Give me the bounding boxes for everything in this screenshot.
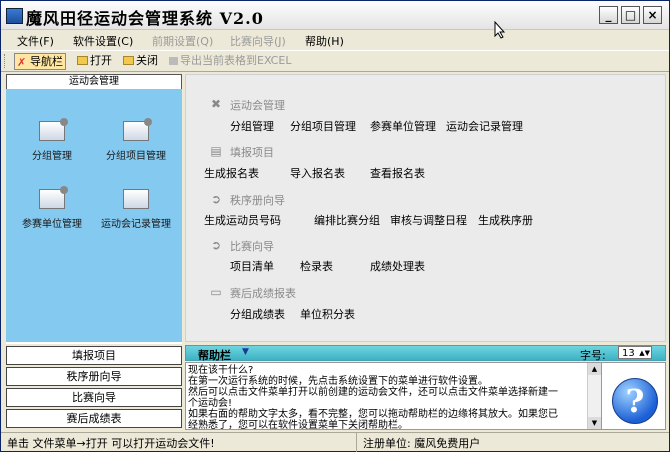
font-size-value: 13 xyxy=(622,348,635,359)
help-line: 然后可以点击文件菜单打开以前创建的运动会文件，还可以点击文件菜单选择新建一 xyxy=(188,387,558,398)
folder-open-icon xyxy=(77,56,88,65)
nav-item-label: 分组项目管理 xyxy=(106,151,166,162)
section-title: 运动会管理 xyxy=(230,99,285,112)
nav-button-competition-wizard[interactable]: 比赛向导 xyxy=(6,388,182,407)
status-hint: 单击 文件菜单→打开 可以打开运动会文件! xyxy=(7,437,215,450)
menu-file[interactable]: 文件(F) xyxy=(17,33,54,49)
menu-help[interactable]: 帮助(H) xyxy=(305,33,344,49)
help-line: 如果右面的帮助文字太多，看不完整，您可以拖动帮助栏的边缘将其放大。如果您已 xyxy=(188,409,558,420)
nav-toggle-button[interactable]: ✗ 导航栏 xyxy=(14,53,66,70)
link-group-manage[interactable]: 分组管理 xyxy=(230,118,274,134)
link-import-form[interactable]: 导入报名表 xyxy=(290,165,345,181)
section-title: 秩序册向导 xyxy=(230,194,285,207)
nav-item-label: 分组管理 xyxy=(32,151,72,162)
tools-icon: ✖ xyxy=(210,97,222,111)
link-record-manage[interactable]: 运动会记录管理 xyxy=(446,118,523,134)
app-icon xyxy=(6,8,23,24)
close-label: 关闭 xyxy=(136,54,158,67)
nav-item-label: 参赛单位管理 xyxy=(22,219,82,230)
help-scrollbar[interactable]: ▲ ▼ xyxy=(587,363,601,429)
report-icon: ▭ xyxy=(210,285,222,299)
nav-panel: 分组管理 分组项目管理 参赛单位管理 运动会记录管理 xyxy=(6,89,182,342)
link-review-schedule[interactable]: 审核与调整日程 xyxy=(390,212,467,228)
nav-header[interactable]: 运动会管理 xyxy=(6,74,182,90)
link-generate-numbers[interactable]: 生成运动员号码 xyxy=(204,212,281,228)
menu-bar: 文件(F) 软件设置(C) 前期设置(Q) 比赛向导(J) 帮助(H) xyxy=(1,31,669,49)
help-icon-area: ? xyxy=(601,362,666,430)
scroll-down-icon[interactable]: ▼ xyxy=(588,417,601,429)
main-content: ✖ 运动会管理 分组管理 分组项目管理 参赛单位管理 运动会记录管理 ▤ 填报项… xyxy=(185,74,666,342)
window-title: 魔风田径运动会管理系统 V2.0 xyxy=(26,9,264,28)
font-size-spinner[interactable]: 13 ▲▼ xyxy=(618,346,652,359)
dropdown-arrow-icon[interactable]: ▼ xyxy=(242,347,249,357)
status-registration: 注册单位: 魔风免费用户 xyxy=(363,437,481,450)
link-group-event-manage[interactable]: 分组项目管理 xyxy=(290,118,356,134)
help-line: 个运动会! xyxy=(188,398,233,409)
open-label: 打开 xyxy=(90,54,112,67)
question-mark-icon: ? xyxy=(612,378,658,424)
unit-manage-icon xyxy=(39,186,68,209)
menu-software-settings[interactable]: 软件设置(C) xyxy=(73,33,133,49)
export-excel-button[interactable]: 导出当前表格到EXCEL xyxy=(167,53,293,68)
title-bar[interactable]: 魔风田径运动会管理系统 V2.0 _ □ × xyxy=(1,1,669,30)
help-bar-title: 帮助栏 xyxy=(198,349,231,362)
mouse-cursor-icon xyxy=(494,21,506,39)
arrow-circle-icon: ➲ xyxy=(210,238,222,252)
form-icon: ▤ xyxy=(210,144,222,158)
help-line: 经熟悉了，您可以在软件设置菜单下关闭帮助栏。 xyxy=(188,420,408,430)
section-title: 比赛向导 xyxy=(230,240,274,253)
nav-pane-icon: ✗ xyxy=(17,56,27,69)
link-generate-form[interactable]: 生成报名表 xyxy=(204,165,259,181)
nav-item-unit-manage[interactable]: 参赛单位管理 xyxy=(16,186,88,230)
status-divider xyxy=(356,433,357,452)
toolbar-grip[interactable] xyxy=(4,54,8,68)
menu-preliminary-settings[interactable]: 前期设置(Q) xyxy=(152,33,213,49)
export-label: 导出当前表格到EXCEL xyxy=(180,54,292,67)
link-event-list[interactable]: 项目清单 xyxy=(230,258,274,274)
help-bar-header: 帮助栏 ▼ 字号: 13 ▲▼ xyxy=(185,345,666,362)
minimize-button[interactable]: _ xyxy=(599,6,618,24)
link-group-results[interactable]: 分组成绩表 xyxy=(230,306,285,322)
menu-competition-wizard[interactable]: 比赛向导(J) xyxy=(230,33,286,49)
nav-divider xyxy=(6,342,182,344)
record-manage-icon xyxy=(123,189,149,209)
scroll-up-icon[interactable]: ▲ xyxy=(588,363,601,375)
close-button[interactable]: × xyxy=(643,6,662,24)
group-event-manage-icon xyxy=(123,118,152,141)
spinner-arrows-icon[interactable]: ▲▼ xyxy=(639,347,650,360)
nav-item-label: 运动会记录管理 xyxy=(101,219,171,230)
close-file-button[interactable]: 关闭 xyxy=(121,53,160,68)
link-generate-order-book[interactable]: 生成秩序册 xyxy=(478,212,533,228)
toolbar: ✗ 导航栏 打开 关闭 导出当前表格到EXCEL xyxy=(1,50,669,72)
nav-item-group-event-manage[interactable]: 分组项目管理 xyxy=(98,118,174,162)
export-icon xyxy=(169,57,178,65)
link-unit-points[interactable]: 单位积分表 xyxy=(300,306,355,322)
help-line: 在第一次运行系统的时候，先点击系统设置下的菜单进行软件设置。 xyxy=(188,376,488,387)
nav-button-fill-events[interactable]: 填报项目 xyxy=(6,346,182,365)
link-results-processing[interactable]: 成绩处理表 xyxy=(370,258,425,274)
link-check-in-sheet[interactable]: 检录表 xyxy=(300,258,333,274)
nav-item-record-manage[interactable]: 运动会记录管理 xyxy=(92,189,180,230)
arrow-circle-icon: ➲ xyxy=(210,192,222,206)
nav-button-order-wizard[interactable]: 秩序册向导 xyxy=(6,367,182,386)
link-view-form[interactable]: 查看报名表 xyxy=(370,165,425,181)
help-text-area[interactable]: 现在该干什么? 在第一次运行系统的时候，先点击系统设置下的菜单进行软件设置。 然… xyxy=(185,362,601,430)
open-button[interactable]: 打开 xyxy=(75,53,114,68)
help-line: 现在该干什么? xyxy=(188,365,254,376)
nav-button-results-report[interactable]: 赛后成绩表 xyxy=(6,409,182,428)
group-manage-icon xyxy=(39,118,68,141)
section-title: 填报项目 xyxy=(230,146,274,159)
font-size-label: 字号: xyxy=(580,349,606,362)
maximize-button[interactable]: □ xyxy=(621,6,640,24)
folder-close-icon xyxy=(123,56,134,65)
status-bar: 单击 文件菜单→打开 可以打开运动会文件! 注册单位: 魔风免费用户 xyxy=(1,432,669,452)
link-arrange-groups[interactable]: 编排比赛分组 xyxy=(314,212,380,228)
nav-item-group-manage[interactable]: 分组管理 xyxy=(24,118,80,162)
app-window: 魔风田径运动会管理系统 V2.0 _ □ × 文件(F) 软件设置(C) 前期设… xyxy=(0,0,670,452)
link-unit-manage[interactable]: 参赛单位管理 xyxy=(370,118,436,134)
nav-toggle-label: 导航栏 xyxy=(30,55,63,68)
section-title: 赛后成绩报表 xyxy=(230,287,296,300)
